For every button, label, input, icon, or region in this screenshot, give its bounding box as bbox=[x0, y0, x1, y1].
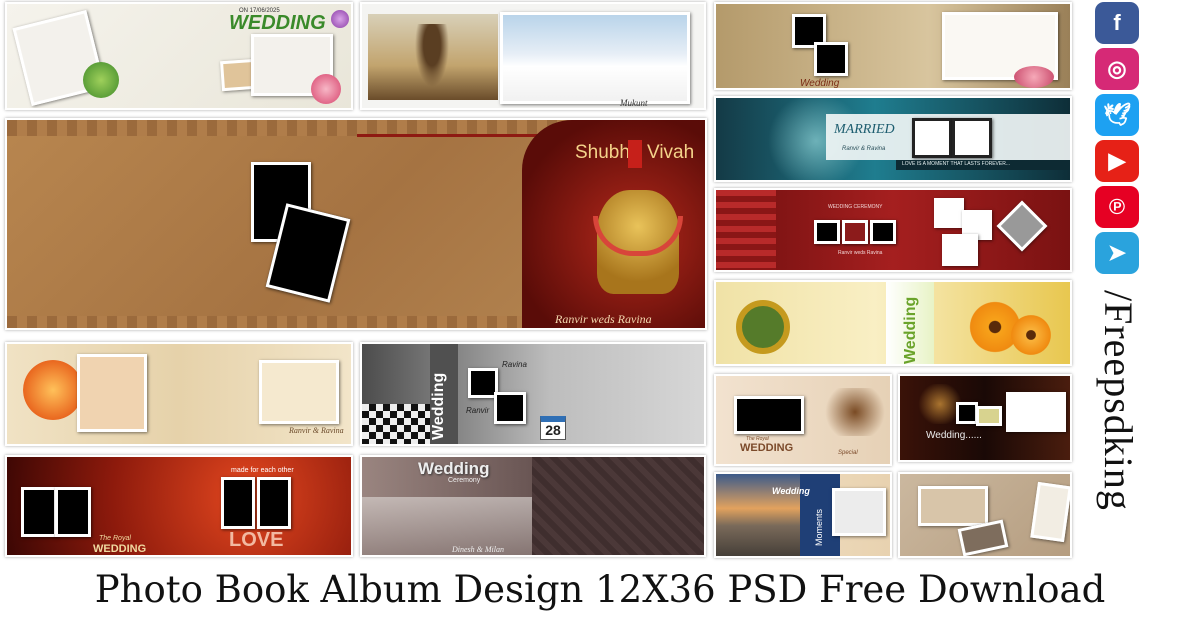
photo-frame bbox=[976, 406, 1002, 426]
tile-9-title: MARRIED bbox=[834, 122, 895, 137]
tile-12-footer: Special bbox=[838, 450, 858, 456]
tile-5-title: Wedding bbox=[430, 372, 447, 440]
instagram-icon[interactable]: ◎ bbox=[1095, 48, 1139, 90]
tile-14-title: Wedding bbox=[772, 486, 810, 496]
tile-10-title: WEDDING CEREMONY bbox=[828, 204, 883, 210]
diamond-frame bbox=[996, 200, 1048, 252]
album-tile-8[interactable]: Wedding bbox=[714, 2, 1072, 90]
tile-6-love: LOVE bbox=[229, 529, 284, 551]
photo-frame bbox=[842, 220, 868, 244]
damask-pattern bbox=[532, 457, 704, 555]
page-caption: Photo Book Album Design 12X36 PSD Free D… bbox=[94, 568, 1106, 611]
photo-frame bbox=[21, 487, 57, 537]
album-tile-6[interactable]: made for each other LOVE The Royal WEDDI… bbox=[5, 455, 353, 557]
album-tile-11[interactable]: Wedding bbox=[714, 280, 1072, 366]
photo-frame bbox=[221, 477, 255, 529]
photo-frame bbox=[1006, 392, 1066, 432]
flower-decoration bbox=[83, 62, 119, 98]
album-tile-9[interactable]: MARRIED Ranvir & Ravina LOVE IS A MOMENT… bbox=[714, 96, 1072, 182]
tile-11-title: Wedding bbox=[902, 296, 919, 364]
photo-frame bbox=[814, 42, 848, 76]
tile-1-date: ON 17/06/2025 bbox=[239, 8, 280, 14]
orange-lily-decoration bbox=[23, 360, 83, 420]
photo-frame bbox=[832, 488, 886, 536]
tile-6-title: WEDDING bbox=[93, 543, 147, 555]
album-tile-3[interactable]: Shubh Vivah Ranvir weds Ravina bbox=[5, 118, 707, 330]
tile-14-subtitle: Moments bbox=[814, 508, 824, 546]
photo-frame bbox=[918, 486, 988, 526]
album-tile-7[interactable]: Wedding Ceremony Dinesh & Milan bbox=[360, 455, 706, 557]
tile-5-name2: Ranvir bbox=[466, 406, 490, 415]
tile-13-title: Wedding...... bbox=[926, 430, 982, 441]
youtube-icon[interactable]: ▶ bbox=[1095, 140, 1139, 182]
tile-10-footer: Ranvir weds Ravina bbox=[838, 250, 883, 256]
tile-6-tagline: made for each other bbox=[231, 467, 294, 474]
tile-4-subtitle: Ranvir & Ravina bbox=[289, 426, 344, 435]
facebook-icon[interactable]: f bbox=[1095, 2, 1139, 44]
om-badge bbox=[628, 140, 642, 168]
pinterest-icon[interactable]: ℗ bbox=[1095, 186, 1139, 228]
tile-3-title-left: Shubh bbox=[575, 142, 630, 163]
album-tile-15[interactable] bbox=[898, 472, 1072, 558]
flower-decoration bbox=[311, 74, 341, 104]
tile-3-footer: Ranvir weds Ravina bbox=[555, 312, 652, 326]
tile-6-title-small: The Royal bbox=[99, 535, 131, 542]
photo-frame bbox=[956, 402, 978, 424]
tile-7-subtitle: Ceremony bbox=[448, 477, 481, 484]
album-tile-12[interactable]: The Royal WEDDING Special bbox=[714, 374, 892, 466]
album-tile-14[interactable]: Wedding Moments bbox=[714, 472, 892, 558]
album-tile-1[interactable]: WEDDING ON 17/06/2025 bbox=[5, 2, 353, 110]
photo-frame bbox=[952, 118, 992, 158]
brown-patch bbox=[820, 388, 890, 436]
brand-text: /Freepsdking bbox=[1096, 290, 1141, 511]
album-tile-5[interactable]: Wedding Ravina Ranvir 28 bbox=[360, 342, 706, 446]
photo-frame bbox=[1030, 481, 1070, 543]
flower-decoration bbox=[1014, 66, 1054, 88]
twitter-icon[interactable]: 🕊 bbox=[1095, 94, 1139, 136]
tile-7-title: Wedding bbox=[418, 459, 490, 478]
album-tile-2[interactable]: Mukunt bbox=[360, 2, 706, 110]
gold-medallion bbox=[736, 300, 790, 354]
snow-landscape-photo bbox=[500, 12, 690, 104]
tree-silhouette bbox=[412, 24, 452, 94]
gerbera-flower bbox=[1008, 312, 1054, 358]
tile-9-subtitle: Ranvir & Ravina bbox=[842, 146, 886, 152]
photo-frame bbox=[870, 220, 896, 244]
flower-decoration bbox=[331, 10, 349, 28]
photo-frame bbox=[77, 354, 147, 432]
photo-frame bbox=[55, 487, 91, 537]
photo-frame bbox=[814, 220, 840, 244]
album-tile-10[interactable]: WEDDING CEREMONY Ranvir weds Ravina bbox=[714, 188, 1072, 272]
tile-3-title-right: Vivah bbox=[647, 142, 695, 163]
ornament-border bbox=[716, 190, 776, 270]
bridge-photo bbox=[362, 497, 532, 555]
tile-2-signature: Mukunt bbox=[620, 98, 648, 108]
telegram-icon[interactable]: ➤ bbox=[1095, 232, 1139, 274]
photo-frame bbox=[912, 118, 952, 158]
photo-frame bbox=[257, 477, 291, 529]
photo-frame bbox=[934, 198, 964, 228]
tile-8-title: Wedding bbox=[800, 78, 840, 89]
calendar-icon: 28 bbox=[540, 416, 566, 440]
photo-frame bbox=[494, 392, 526, 424]
scroll-frame bbox=[259, 360, 339, 424]
tile-1-title: WEDDING bbox=[229, 12, 326, 34]
checkered-floor bbox=[362, 404, 432, 444]
tile-12-title: WEDDING bbox=[740, 442, 794, 454]
tile-5-name1: Ravina bbox=[502, 360, 527, 369]
photo-frame bbox=[734, 396, 804, 434]
album-tile-13[interactable]: Wedding...... bbox=[898, 374, 1072, 462]
tile-7-footer: Dinesh & Milan bbox=[452, 545, 504, 554]
calendar-day: 28 bbox=[545, 422, 561, 438]
photo-frame bbox=[942, 234, 978, 266]
tile-9-quote: LOVE IS A MOMENT THAT LASTS FOREVER... bbox=[902, 161, 1010, 167]
album-tile-4[interactable]: Ranvir & Ravina bbox=[5, 342, 353, 446]
